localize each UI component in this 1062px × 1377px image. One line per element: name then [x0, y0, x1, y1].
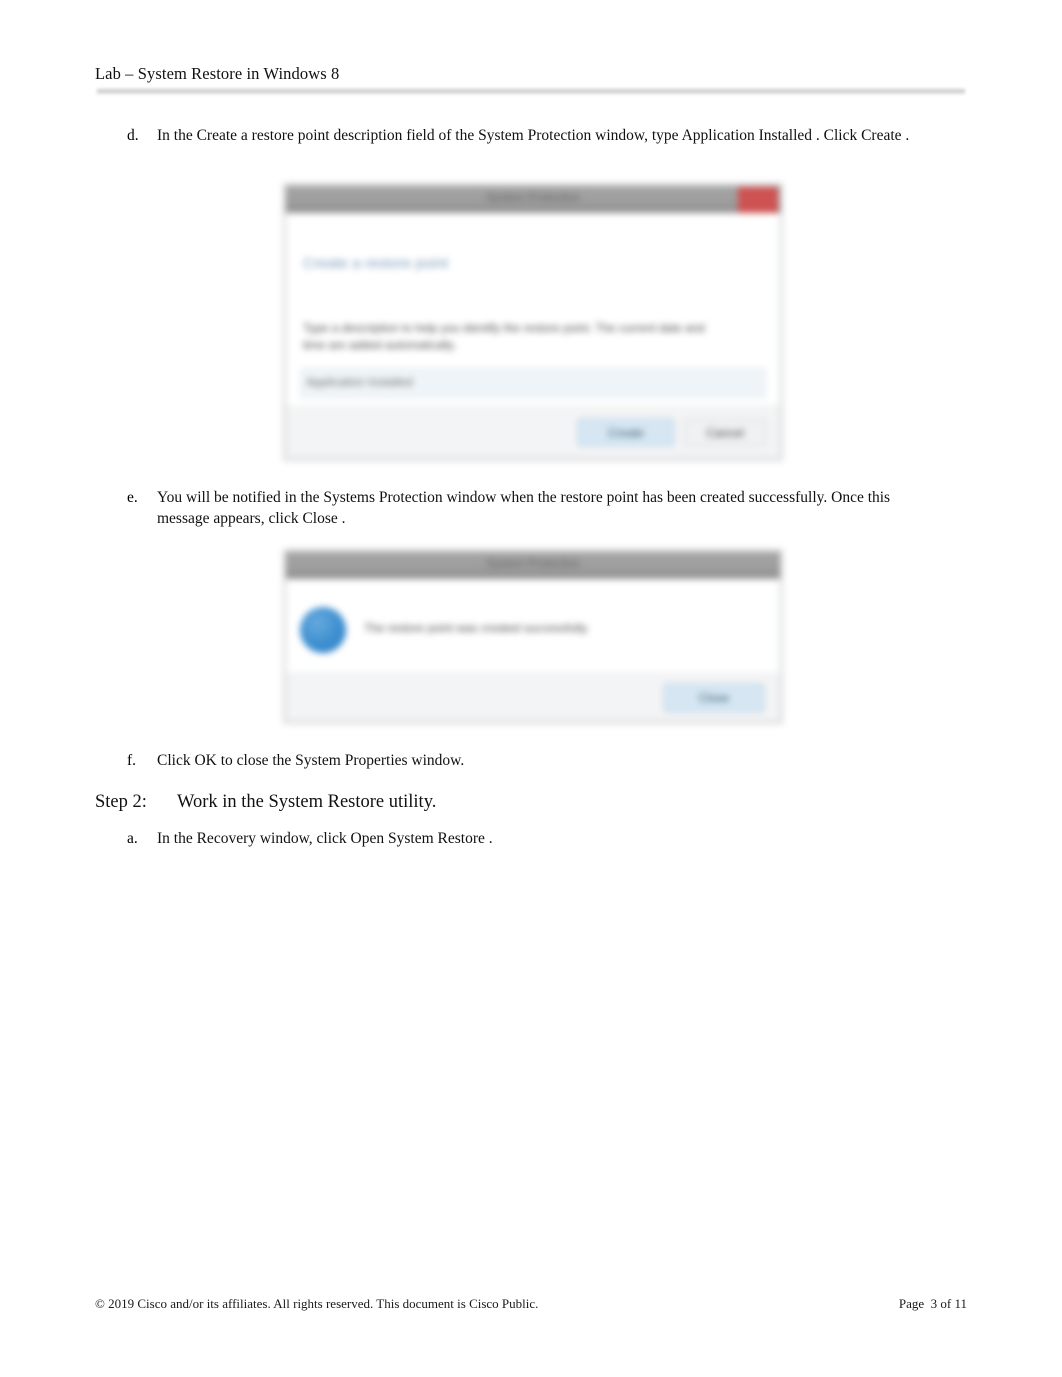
restore-point-description-value: Application Installed	[306, 375, 413, 389]
screenshot-image-2: System Protection The restore point was …	[283, 549, 783, 724]
document-footer: © 2019 Cisco and/or its affiliates. All …	[95, 1296, 967, 1312]
list-item-a: a. In the Recovery window, click Open Sy…	[127, 828, 827, 849]
list-marker-e: e.	[127, 489, 138, 506]
header-divider	[97, 88, 965, 95]
confirmation-message: The restore point was created successful…	[364, 621, 590, 635]
window-titlebar-2: System Protection	[286, 552, 780, 579]
dialog-body-line-2: time are added automatically.	[303, 338, 457, 352]
window-body-1: Create a restore point Type a descriptio…	[286, 213, 780, 458]
footer-page-label: Page	[898, 1296, 925, 1311]
cancel-button[interactable]: Cancel	[684, 419, 766, 446]
close-button[interactable]: Close	[664, 684, 764, 712]
list-item-e: e. You will be notified in the Systems P…	[127, 487, 917, 529]
dialog-body-line-1: Type a description to help you identify …	[303, 321, 705, 335]
list-text-f: Click OK to close the System Properties …	[157, 752, 465, 769]
list-item-d: d. In the Create a restore point descrip…	[127, 125, 927, 146]
step-heading-label: Step 2:	[95, 792, 147, 812]
list-marker-d: d.	[127, 127, 139, 144]
dialog-button-bar-1: Create Cancel	[286, 406, 780, 458]
footer-page-number: Page 3 of 11	[899, 1296, 967, 1312]
footer-copyright: © 2019 Cisco and/or its affiliates. All …	[95, 1296, 539, 1311]
close-icon[interactable]	[738, 187, 778, 213]
document-page: Lab – System Restore in Windows 8 d. In …	[0, 0, 1062, 1377]
window-body-2: The restore point was created successful…	[286, 579, 780, 721]
list-marker-f: f.	[127, 752, 137, 769]
list-text-e: You will be notified in the Systems Prot…	[157, 489, 891, 527]
screenshot-system-protection-create: System Protection Create a restore point…	[283, 183, 783, 461]
list-item-f: f. Click OK to close the System Properti…	[127, 750, 827, 771]
step-heading-2: Step 2: Work in the System Restore utili…	[95, 790, 436, 814]
list-text-a: In the Recovery window, click Open Syste…	[157, 830, 493, 847]
list-text-d: In the Create a restore point descriptio…	[157, 127, 910, 144]
window-title-2: System Protection	[486, 558, 580, 570]
window-titlebar-1: System Protection	[286, 186, 780, 213]
document-header: Lab – System Restore in Windows 8	[95, 64, 965, 84]
screenshot-system-protection-confirmation: System Protection The restore point was …	[283, 549, 783, 724]
footer-page-value: 3 of 11	[930, 1296, 967, 1311]
list-marker-a: a.	[127, 830, 138, 847]
header-title: Lab – System Restore in Windows 8	[95, 64, 340, 83]
screenshot-image-1: System Protection Create a restore point…	[283, 183, 783, 461]
info-icon	[300, 607, 346, 653]
dialog-heading-1: Create a restore point	[303, 255, 449, 272]
dialog-button-bar-2: Close	[286, 673, 780, 721]
create-button[interactable]: Create	[578, 419, 674, 446]
step-heading-title: Work in the System Restore utility.	[177, 792, 437, 812]
window-title-1: System Protection	[486, 192, 580, 204]
